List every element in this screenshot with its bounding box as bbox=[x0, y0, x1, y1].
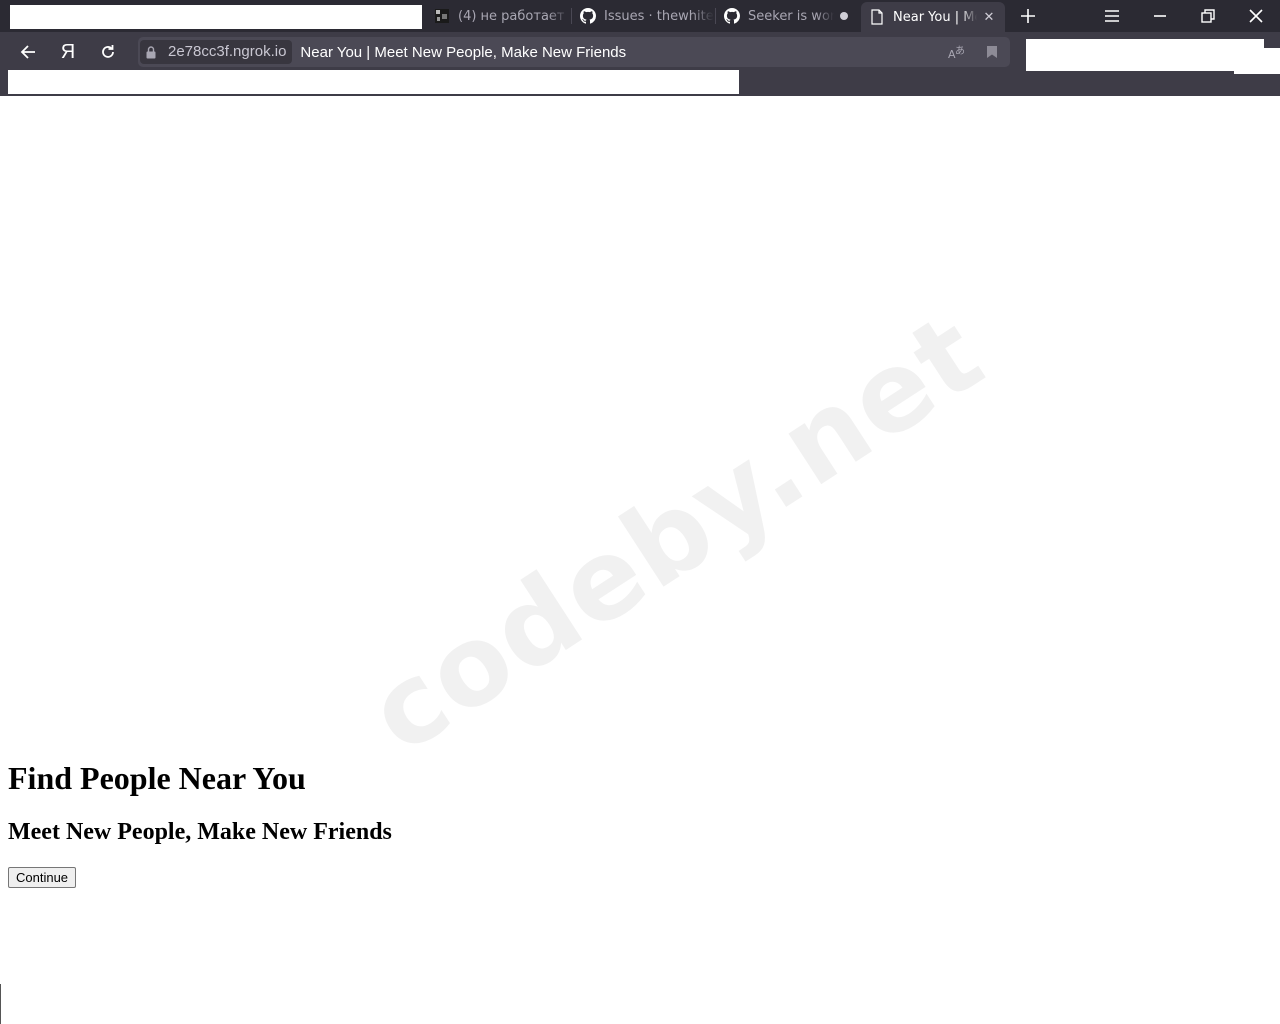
watermark: codeby.net bbox=[346, 288, 1006, 778]
tab-github-seeker[interactable]: Seeker is working bbox=[716, 2, 858, 30]
new-tab-button[interactable] bbox=[1004, 0, 1052, 32]
yandex-logo-button[interactable]: Я bbox=[54, 38, 82, 66]
hamburger-icon bbox=[1105, 10, 1119, 22]
translate-icon[interactable]: Aあ bbox=[948, 43, 966, 61]
tab-near-you-active[interactable]: Near You | Meet New People ✕ bbox=[861, 2, 1005, 32]
page-heading: Find People Near You bbox=[8, 760, 306, 796]
tab-seeker-forum[interactable]: (4) не работает seeker bbox=[426, 2, 570, 30]
close-window-button[interactable] bbox=[1232, 0, 1280, 32]
unsaved-dot-icon bbox=[840, 12, 848, 20]
restore-button[interactable] bbox=[1184, 0, 1232, 32]
tab-bar: (4) не работает seeker Issues · thewhite… bbox=[0, 0, 1280, 32]
reload-icon bbox=[102, 45, 114, 58]
redacted-area bbox=[10, 5, 422, 29]
address-page-title[interactable]: Near You | Meet New People, Make New Fri… bbox=[300, 44, 626, 61]
svg-text:あ: あ bbox=[955, 45, 965, 57]
github-icon bbox=[724, 8, 740, 24]
tab-label: Issues · thewhitehacker bbox=[604, 8, 714, 24]
favicon-image-icon bbox=[434, 8, 450, 24]
redacted-area bbox=[8, 70, 739, 94]
tab-label: (4) не работает seeker bbox=[458, 8, 570, 24]
address-domain[interactable]: 2e78cc3f.ngrok.io bbox=[162, 40, 293, 64]
minimize-icon bbox=[1154, 15, 1166, 17]
address-bar[interactable]: 2e78cc3f.ngrok.io Near You | Meet New Pe… bbox=[138, 37, 1010, 67]
arrow-left-icon bbox=[20, 45, 35, 59]
github-icon bbox=[580, 8, 596, 24]
page-content: codeby.net Find People Near You Meet New… bbox=[0, 96, 1280, 1024]
plus-icon bbox=[1021, 9, 1035, 23]
tab-label: Near You | Meet New People bbox=[893, 9, 977, 25]
minimize-button[interactable] bbox=[1136, 0, 1184, 32]
page-icon bbox=[869, 9, 885, 25]
tab-github-issues[interactable]: Issues · thewhitehacker bbox=[572, 2, 714, 30]
back-button[interactable] bbox=[14, 38, 42, 66]
lock-icon[interactable] bbox=[140, 40, 162, 64]
page-subheading: Meet New People, Make New Friends bbox=[8, 819, 392, 845]
close-tab-icon[interactable]: ✕ bbox=[981, 10, 997, 25]
menu-button[interactable] bbox=[1088, 0, 1136, 32]
bookmark-icon[interactable] bbox=[983, 43, 1001, 61]
reload-button[interactable] bbox=[94, 38, 122, 66]
redacted-area bbox=[1026, 39, 1264, 71]
browser-chrome: (4) не работает seeker Issues · thewhite… bbox=[0, 0, 1280, 96]
restore-icon bbox=[1201, 9, 1215, 23]
tab-label: Seeker is working bbox=[748, 8, 834, 24]
continue-button[interactable]: Continue bbox=[8, 867, 77, 888]
redacted-area bbox=[1234, 48, 1280, 74]
close-icon bbox=[1249, 9, 1263, 23]
text-cursor bbox=[0, 984, 1, 1024]
